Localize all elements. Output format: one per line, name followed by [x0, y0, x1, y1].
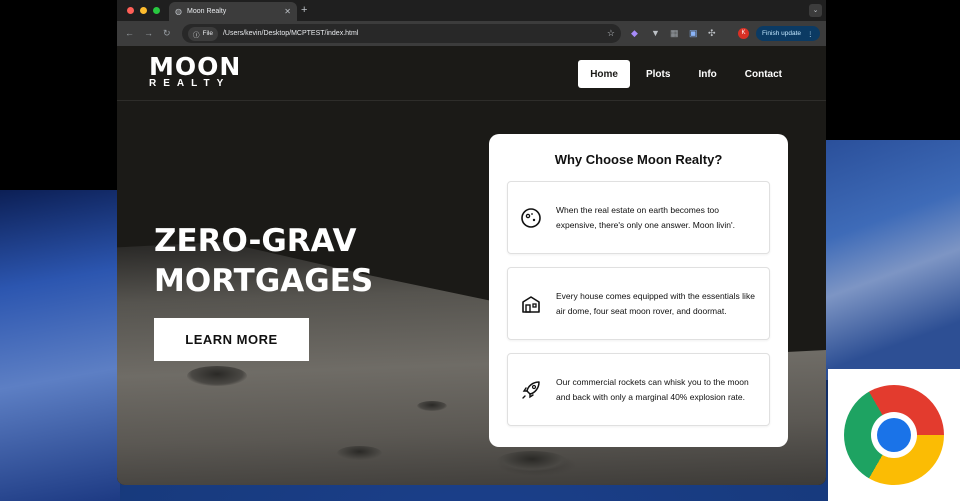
- extension-v-icon[interactable]: ▼: [651, 28, 660, 38]
- feature-card: Our commercial rockets can whisk you to …: [507, 353, 770, 426]
- more-menu-icon[interactable]: ⋮: [807, 30, 814, 38]
- hero-title: ZERO-GRAV MORTGAGES: [154, 221, 474, 301]
- site-logo[interactable]: MOON REALTY: [149, 52, 242, 89]
- site-info-label: File: [202, 30, 213, 37]
- tab-title: Moon Realty: [186, 8, 227, 15]
- chrome-app-icon-tile: [828, 369, 960, 501]
- crater: [417, 401, 447, 411]
- bookmark-star-icon[interactable]: ☆: [607, 28, 615, 39]
- feature-text: When the real estate on earth becomes to…: [556, 204, 736, 230]
- web-page: MOON REALTY Home Plots Info Contact ZERO…: [117, 46, 826, 485]
- crater: [497, 451, 567, 471]
- earth-clouds-left: [0, 190, 120, 501]
- moon-icon: [518, 207, 544, 229]
- why-choose-title: Why Choose Moon Realty?: [554, 152, 723, 167]
- tab-strip: ◍ Moon Realty ✕ + ⌄: [117, 0, 826, 21]
- feature-card: When the real estate on earth becomes to…: [507, 181, 770, 254]
- feature-card: Every house comes equipped with the esse…: [507, 267, 770, 340]
- earth-clouds-right: [820, 140, 960, 380]
- tab-moon-realty[interactable]: ◍ Moon Realty ✕: [169, 2, 297, 21]
- reload-icon[interactable]: ↻: [163, 28, 171, 39]
- crater: [187, 366, 247, 386]
- close-tab-icon[interactable]: ✕: [284, 7, 291, 16]
- browser-window: ◍ Moon Realty ✕ + ⌄ ← → ↻ ⓘ File /Users/…: [117, 0, 826, 485]
- nav-plots[interactable]: Plots: [634, 60, 682, 88]
- nav-info[interactable]: Info: [686, 60, 728, 88]
- tab-search-button[interactable]: ⌄: [809, 4, 822, 17]
- address-bar[interactable]: ⓘ File /Users/kevin/Desktop/MCPTEST/inde…: [182, 24, 621, 43]
- extension-diamond-icon[interactable]: ◆: [631, 28, 638, 39]
- logo-sub-text: REALTY: [149, 78, 231, 89]
- minimize-window-button[interactable]: [140, 7, 147, 14]
- window-controls: [127, 7, 160, 14]
- site-info-chip[interactable]: ⓘ File: [188, 26, 218, 41]
- rocket-icon: [518, 379, 544, 401]
- extension-person-icon[interactable]: ▣: [689, 28, 698, 39]
- new-tab-button[interactable]: +: [301, 4, 307, 16]
- site-header: MOON REALTY Home Plots Info Contact: [117, 46, 826, 101]
- extensions-puzzle-icon[interactable]: ✣: [708, 28, 716, 39]
- globe-icon: ◍: [175, 7, 182, 16]
- browser-toolbar: ← → ↻ ⓘ File /Users/kevin/Desktop/MCPTES…: [117, 21, 826, 46]
- forward-icon[interactable]: →: [144, 28, 153, 38]
- hero-title-line-2: MORTGAGES: [154, 263, 374, 299]
- hero-title-line-1: ZERO-GRAV: [154, 223, 357, 259]
- extension-grid-icon[interactable]: ▦: [670, 28, 679, 39]
- close-window-button[interactable]: [127, 7, 134, 14]
- why-choose-card: Why Choose Moon Realty? When the real es…: [489, 134, 788, 447]
- feature-text: Every house comes equipped with the esse…: [556, 290, 755, 316]
- main-nav: Home Plots Info Contact: [578, 60, 794, 88]
- finish-update-label: Finish update: [762, 30, 802, 37]
- nav-contact[interactable]: Contact: [733, 60, 794, 88]
- learn-more-button[interactable]: LEARN MORE: [154, 318, 309, 361]
- url-text[interactable]: /Users/kevin/Desktop/MCPTEST/index.html: [223, 30, 602, 37]
- crater: [337, 446, 382, 460]
- logo-main-text: MOON: [149, 52, 242, 81]
- profile-avatar[interactable]: K: [738, 28, 749, 39]
- chrome-logo-icon: [844, 385, 944, 485]
- maximize-window-button[interactable]: [153, 7, 160, 14]
- finish-update-button[interactable]: Finish update ⋮: [756, 26, 820, 41]
- info-icon: ⓘ: [193, 31, 200, 39]
- back-icon[interactable]: ←: [125, 28, 134, 38]
- house-icon: [518, 293, 544, 315]
- nav-home[interactable]: Home: [578, 60, 630, 88]
- feature-text: Our commercial rockets can whisk you to …: [556, 376, 749, 402]
